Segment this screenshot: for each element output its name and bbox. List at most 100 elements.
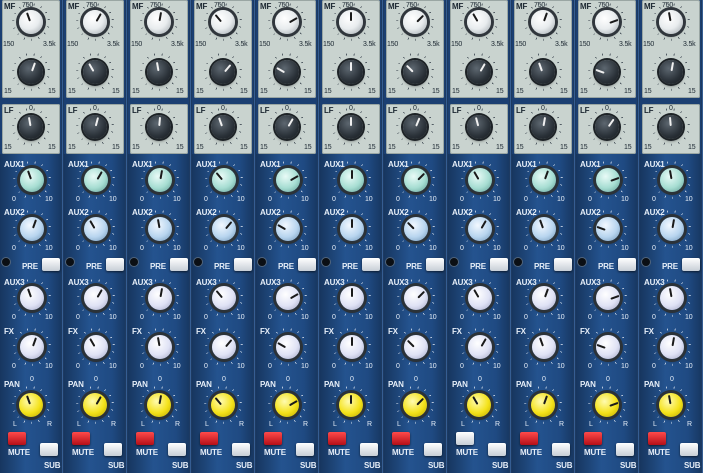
aux1-knob[interactable] — [20, 168, 44, 192]
aux2-knob[interactable] — [660, 217, 684, 241]
sub-button[interactable] — [168, 443, 186, 456]
mute-button[interactable] — [520, 432, 538, 445]
sub-button[interactable] — [552, 443, 570, 456]
aux2-knob[interactable] — [404, 217, 428, 241]
fx-knob[interactable] — [340, 335, 364, 359]
lf-gain-knob[interactable] — [595, 115, 619, 139]
aux1-knob[interactable] — [84, 168, 108, 192]
aux3-knob[interactable] — [212, 286, 236, 310]
mute-button[interactable] — [648, 432, 666, 445]
fx-knob[interactable] — [212, 335, 236, 359]
fx-knob[interactable] — [84, 335, 108, 359]
aux3-knob[interactable] — [20, 286, 44, 310]
aux3-knob[interactable] — [596, 286, 620, 310]
mf-frequency-knob[interactable] — [19, 10, 43, 34]
pan-knob[interactable] — [403, 393, 427, 417]
pan-knob[interactable] — [147, 393, 171, 417]
aux2-knob[interactable] — [340, 217, 364, 241]
mf-gain-knob[interactable] — [83, 60, 107, 84]
mf-gain-knob[interactable] — [19, 60, 43, 84]
aux3-knob[interactable] — [84, 286, 108, 310]
sub-button[interactable] — [680, 443, 698, 456]
aux2-knob[interactable] — [84, 217, 108, 241]
pre-button[interactable] — [362, 258, 380, 271]
lf-gain-knob[interactable] — [403, 115, 427, 139]
aux2-knob[interactable] — [596, 217, 620, 241]
fx-knob[interactable] — [660, 335, 684, 359]
aux3-knob[interactable] — [276, 286, 300, 310]
pan-knob[interactable] — [83, 393, 107, 417]
mute-button[interactable] — [456, 432, 474, 445]
pre-button[interactable] — [554, 258, 572, 271]
sub-button[interactable] — [232, 443, 250, 456]
lf-gain-knob[interactable] — [19, 115, 43, 139]
aux2-knob[interactable] — [532, 217, 556, 241]
sub-button[interactable] — [104, 443, 122, 456]
mf-frequency-knob[interactable] — [275, 10, 299, 34]
lf-gain-knob[interactable] — [339, 115, 363, 139]
mute-button[interactable] — [264, 432, 282, 445]
fx-knob[interactable] — [276, 335, 300, 359]
pre-button[interactable] — [234, 258, 252, 271]
fx-knob[interactable] — [532, 335, 556, 359]
pre-button[interactable] — [42, 258, 60, 271]
fx-knob[interactable] — [148, 335, 172, 359]
lf-gain-knob[interactable] — [531, 115, 555, 139]
mf-gain-knob[interactable] — [659, 60, 683, 84]
sub-button[interactable] — [616, 443, 634, 456]
pan-knob[interactable] — [211, 393, 235, 417]
pre-button[interactable] — [106, 258, 124, 271]
mute-button[interactable] — [136, 432, 154, 445]
sub-button[interactable] — [488, 443, 506, 456]
mf-frequency-knob[interactable] — [147, 10, 171, 34]
mute-button[interactable] — [200, 432, 218, 445]
mf-frequency-knob[interactable] — [531, 10, 555, 34]
mute-button[interactable] — [8, 432, 26, 445]
aux2-knob[interactable] — [212, 217, 236, 241]
fx-knob[interactable] — [468, 335, 492, 359]
sub-button[interactable] — [424, 443, 442, 456]
lf-gain-knob[interactable] — [467, 115, 491, 139]
mf-frequency-knob[interactable] — [211, 10, 235, 34]
lf-gain-knob[interactable] — [275, 115, 299, 139]
pre-button[interactable] — [490, 258, 508, 271]
mf-frequency-knob[interactable] — [83, 10, 107, 34]
pan-knob[interactable] — [531, 393, 555, 417]
mf-frequency-knob[interactable] — [595, 10, 619, 34]
aux1-knob[interactable] — [532, 168, 556, 192]
aux1-knob[interactable] — [276, 168, 300, 192]
aux1-knob[interactable] — [468, 168, 492, 192]
mute-button[interactable] — [392, 432, 410, 445]
aux3-knob[interactable] — [468, 286, 492, 310]
pre-button[interactable] — [426, 258, 444, 271]
fx-knob[interactable] — [404, 335, 428, 359]
mute-button[interactable] — [328, 432, 346, 445]
pan-knob[interactable] — [339, 393, 363, 417]
lf-gain-knob[interactable] — [147, 115, 171, 139]
mf-gain-knob[interactable] — [595, 60, 619, 84]
pan-knob[interactable] — [19, 393, 43, 417]
mf-gain-knob[interactable] — [275, 60, 299, 84]
aux3-knob[interactable] — [340, 286, 364, 310]
mute-button[interactable] — [72, 432, 90, 445]
mf-frequency-knob[interactable] — [339, 10, 363, 34]
aux2-knob[interactable] — [20, 217, 44, 241]
mf-frequency-knob[interactable] — [659, 10, 683, 34]
mf-gain-knob[interactable] — [211, 60, 235, 84]
aux1-knob[interactable] — [404, 168, 428, 192]
aux1-knob[interactable] — [148, 168, 172, 192]
mute-button[interactable] — [584, 432, 602, 445]
sub-button[interactable] — [40, 443, 58, 456]
mf-frequency-knob[interactable] — [403, 10, 427, 34]
pre-button[interactable] — [298, 258, 316, 271]
mf-gain-knob[interactable] — [403, 60, 427, 84]
lf-gain-knob[interactable] — [659, 115, 683, 139]
sub-button[interactable] — [360, 443, 378, 456]
aux1-knob[interactable] — [340, 168, 364, 192]
aux1-knob[interactable] — [212, 168, 236, 192]
aux3-knob[interactable] — [532, 286, 556, 310]
lf-gain-knob[interactable] — [211, 115, 235, 139]
aux1-knob[interactable] — [596, 168, 620, 192]
pan-knob[interactable] — [275, 393, 299, 417]
mf-gain-knob[interactable] — [147, 60, 171, 84]
